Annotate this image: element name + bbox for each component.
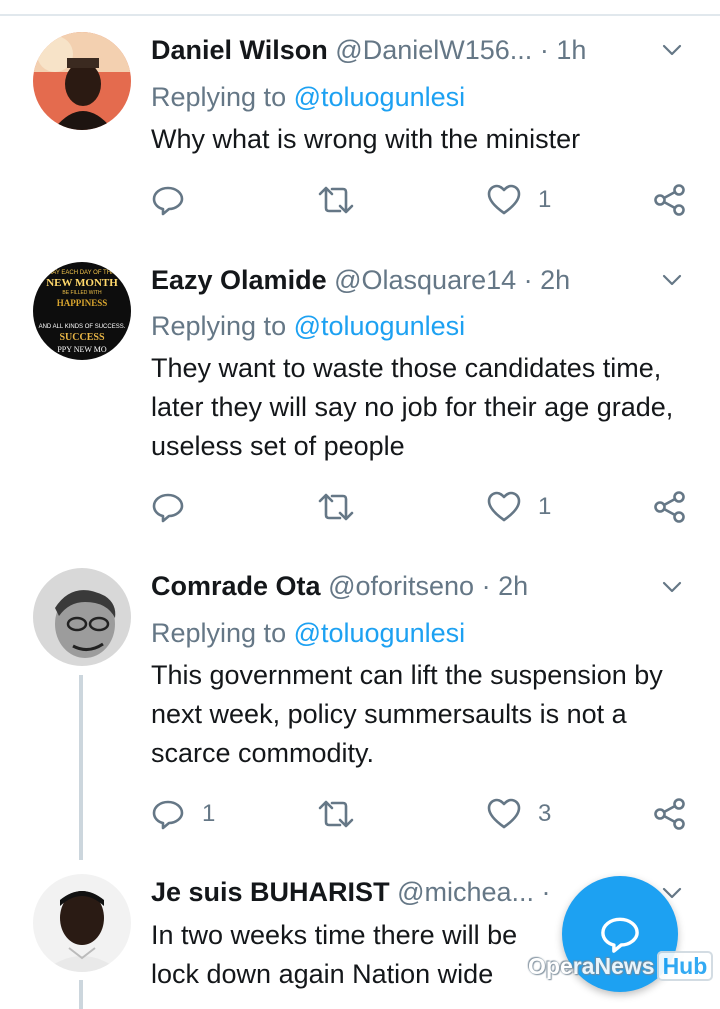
reply-button[interactable] (150, 180, 202, 220)
share-icon (654, 491, 685, 523)
chevron-down-icon[interactable] (660, 38, 684, 62)
separator-dot: · (481, 571, 491, 601)
retweet-icon (318, 186, 354, 214)
mention-link[interactable]: @toluogunlesi (294, 311, 466, 341)
watermark-brand: OperaNews Hub (528, 950, 714, 981)
separator-dot: · (539, 35, 549, 65)
tweet-text: This government can lift the suspension … (151, 660, 663, 768)
reply-count: 1 (202, 800, 216, 827)
display-name[interactable]: Comrade Ota (151, 571, 321, 601)
watermark-hub: Hub (656, 950, 714, 981)
share-button[interactable] (652, 180, 688, 220)
like-count: 1 (538, 186, 552, 213)
heart-icon (487, 184, 521, 215)
like-button[interactable]: 3 (486, 794, 551, 834)
chevron-down-icon[interactable] (660, 575, 684, 599)
watermark: OperaNews Hub (470, 936, 720, 996)
replying-label: Replying to (151, 311, 294, 341)
mention-link[interactable]: @toluogunlesi (294, 82, 466, 112)
share-button[interactable] (652, 487, 688, 527)
like-count: 3 (538, 800, 552, 827)
share-icon (654, 184, 685, 216)
replying-to: Replying to @toluogunlesi (151, 615, 465, 651)
reply-button[interactable] (150, 487, 202, 527)
tweet-text: Why what is wrong with the minister (151, 124, 581, 154)
avatar-text-line: BE FILLED WITH (62, 290, 102, 296)
avatar-text-line: SUCCESS (59, 332, 104, 343)
replying-to: Replying to @toluogunlesi (151, 79, 465, 115)
like-count: 1 (538, 493, 552, 520)
avatar-text-line: NEW MONTH (46, 277, 118, 289)
replying-label: Replying to (151, 618, 294, 648)
avatar-text-line: MAY EACH DAY OF THIS (47, 270, 116, 276)
timestamp[interactable]: 2h (498, 571, 528, 601)
user-handle[interactable]: @michea... (397, 877, 534, 907)
display-name[interactable]: Daniel Wilson (151, 35, 328, 65)
replying-to: Replying to @toluogunlesi (151, 308, 465, 344)
reply-icon (152, 800, 184, 830)
tweet-header: Comrade Ota @oforitseno · 2h (151, 568, 650, 604)
timestamp[interactable]: 1h (556, 35, 586, 65)
tweet-header: Eazy Olamide @Olasquare14 · 2h (151, 262, 650, 298)
retweet-button[interactable] (316, 180, 356, 220)
retweet-button[interactable] (316, 487, 356, 527)
retweet-button[interactable] (316, 794, 356, 834)
avatar-text-line: HAPPINESS (57, 298, 108, 308)
avatar-text-line: PPY NEW MO (57, 345, 107, 354)
heart-icon (487, 798, 521, 829)
user-handle[interactable]: @oforitseno (328, 571, 474, 601)
avatar-text-line: AND ALL KINDS OF SUCCESS. (39, 324, 126, 330)
retweet-icon (318, 800, 354, 828)
timestamp[interactable]: 2h (540, 265, 570, 295)
like-button[interactable]: 1 (486, 487, 551, 527)
like-button[interactable]: 1 (486, 180, 551, 220)
user-handle[interactable]: @DanielW156... (335, 35, 532, 65)
mention-link[interactable]: @toluogunlesi (294, 618, 466, 648)
share-icon (654, 798, 685, 830)
avatar[interactable]: MAY EACH DAY OF THIS NEW MONTH BE FILLED… (33, 262, 131, 360)
separator-dot: · (541, 877, 551, 907)
avatar[interactable] (33, 568, 131, 666)
reply-icon (152, 493, 184, 523)
tweet-actions: 1 (0, 180, 720, 220)
tweet-actions: 1 3 (0, 794, 720, 834)
share-button[interactable] (652, 794, 688, 834)
thread-line (79, 980, 83, 1009)
avatar[interactable] (33, 32, 131, 130)
tweet-actions: 1 (0, 487, 720, 527)
retweet-icon (318, 493, 354, 521)
reply-button[interactable]: 1 (150, 794, 215, 834)
avatar[interactable] (33, 874, 131, 972)
display-name[interactable]: Eazy Olamide (151, 265, 327, 295)
heart-icon (487, 491, 521, 522)
reply-icon (152, 186, 184, 216)
user-handle[interactable]: @Olasquare14 (334, 265, 516, 295)
display-name[interactable]: Je suis BUHARIST (151, 877, 390, 907)
chevron-down-icon[interactable] (660, 268, 684, 292)
tweet-text: They want to waste those candidates time… (151, 353, 674, 461)
replying-label: Replying to (151, 82, 294, 112)
tweet-header: Daniel Wilson @DanielW156... · 1h (151, 32, 650, 68)
separator-dot: · (523, 265, 533, 295)
top-divider (0, 14, 720, 16)
